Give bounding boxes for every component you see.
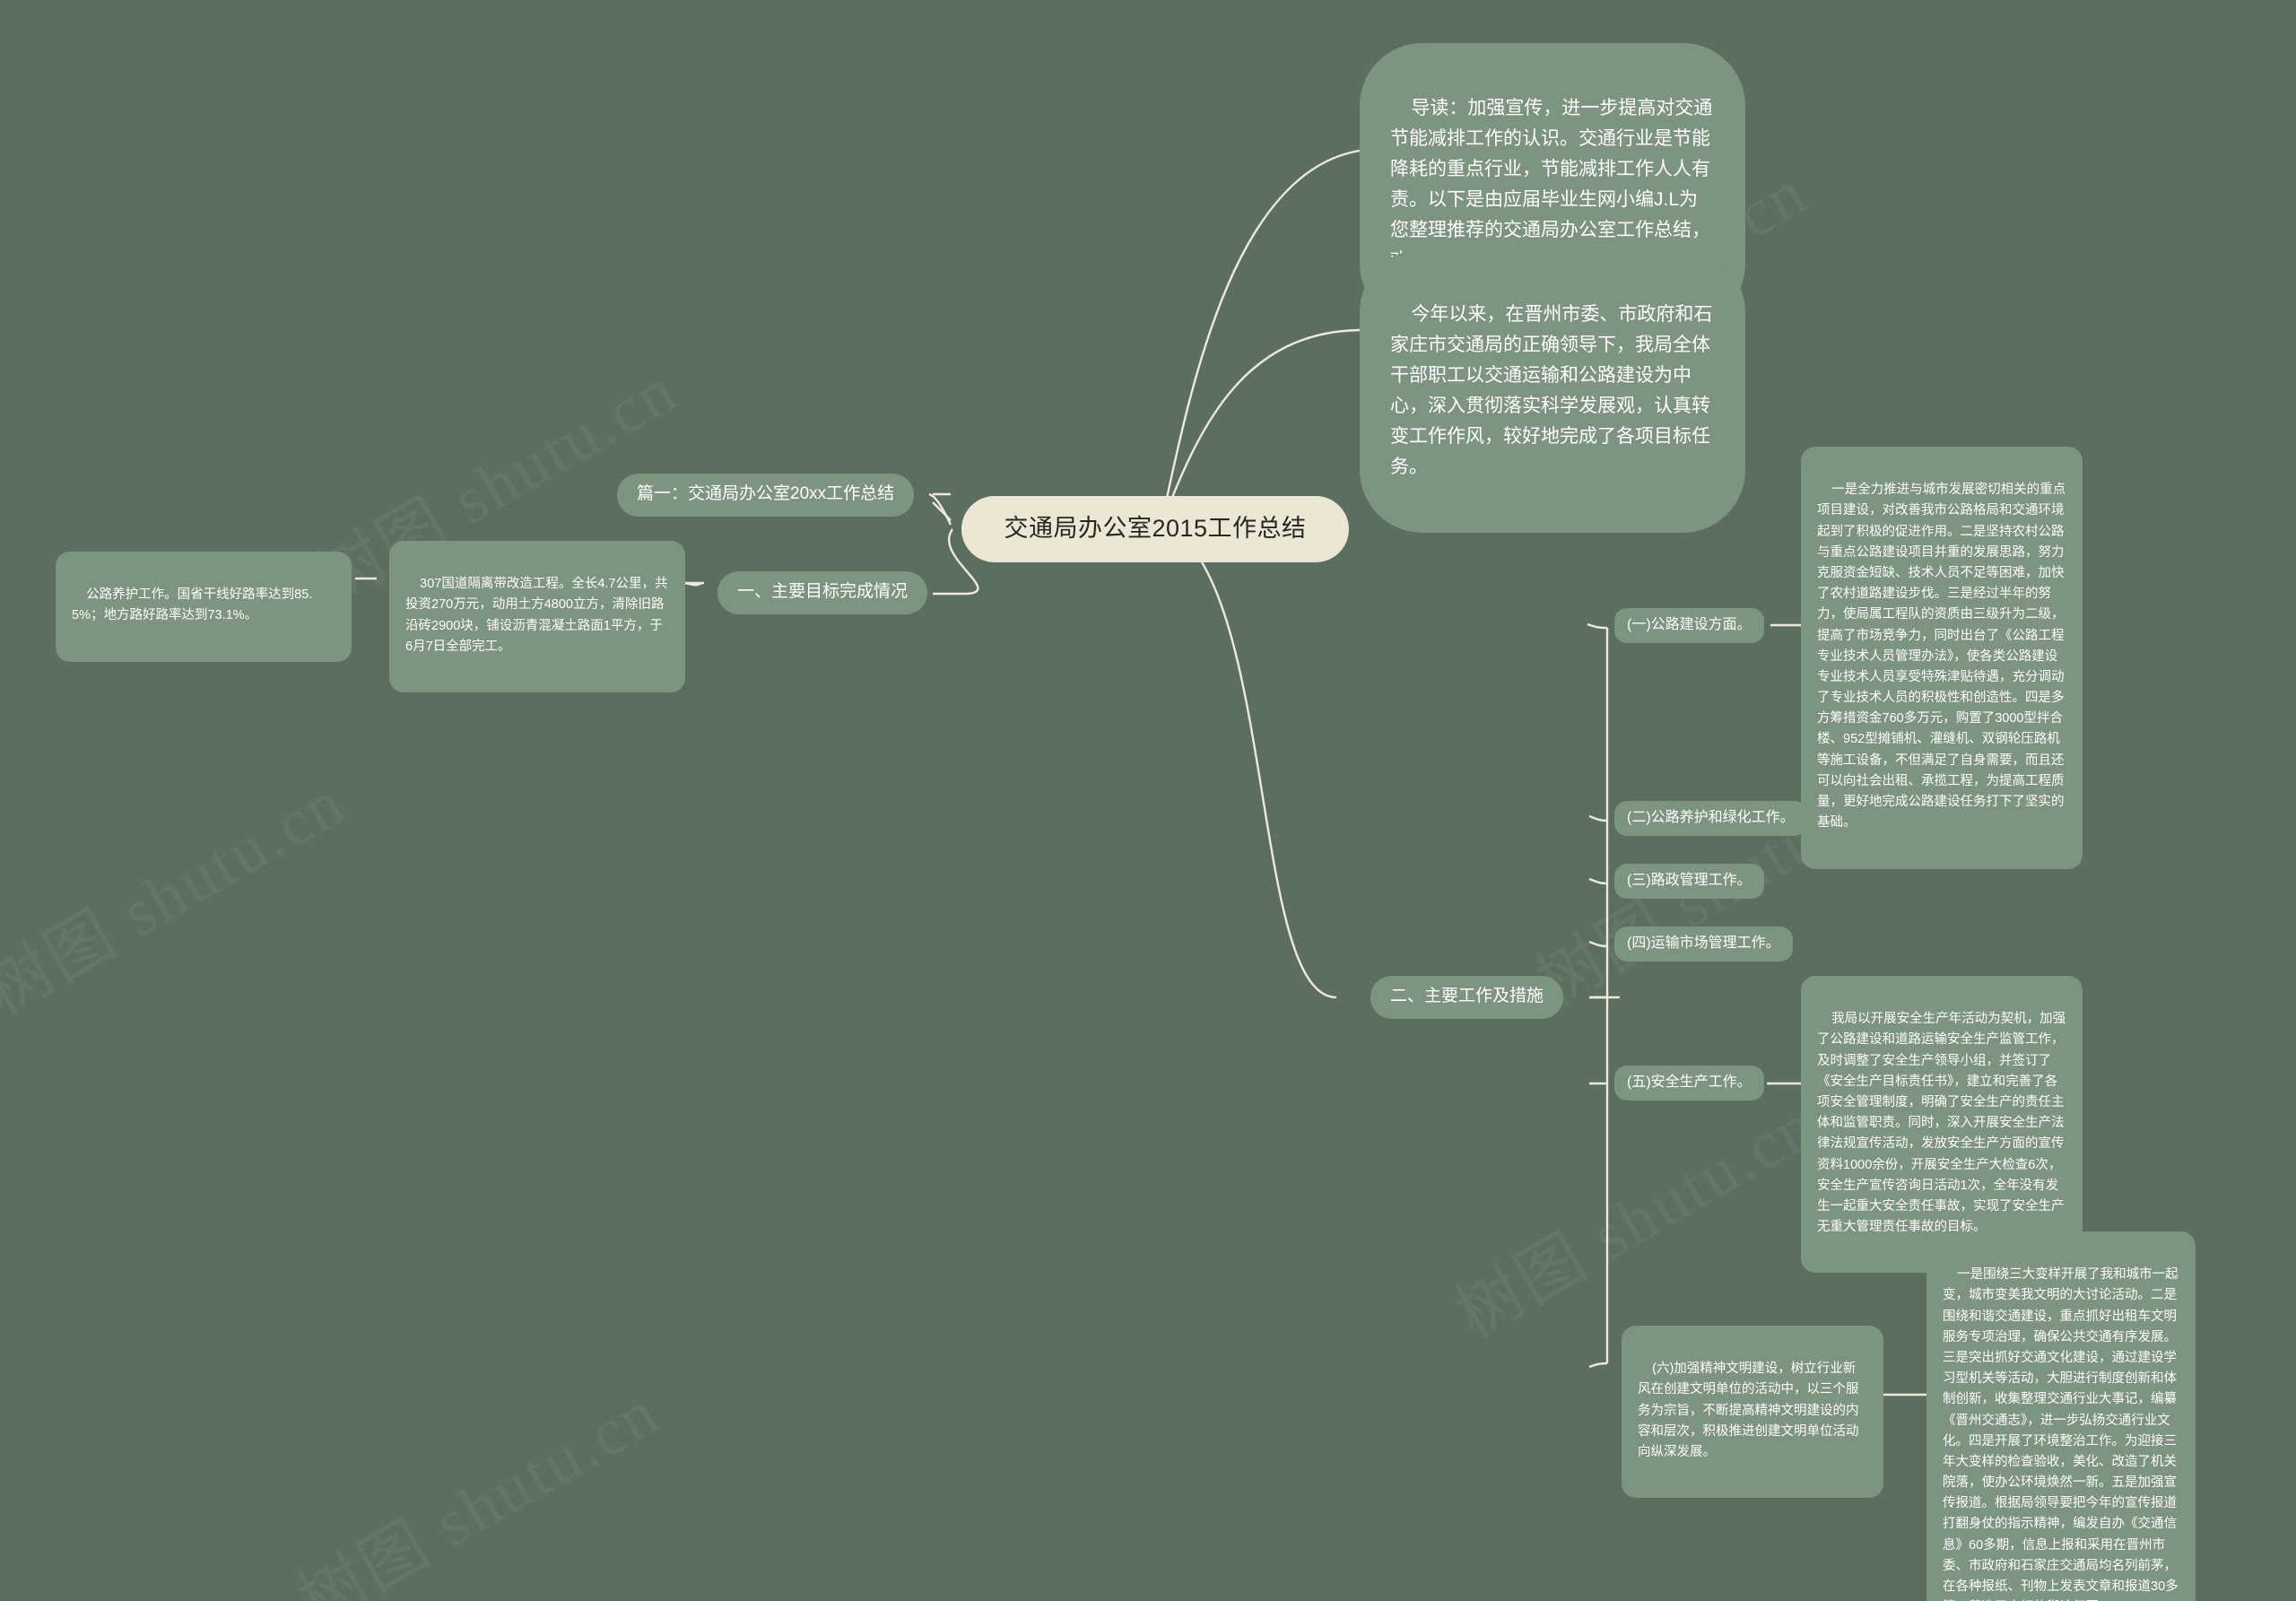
- sub-item-5-label: (五)安全生产工作。: [1627, 1075, 1752, 1090]
- watermark: 树图 shutu.cn: [0, 765, 359, 1031]
- section-one-label: 一、主要目标完成情况: [737, 582, 909, 601]
- root-node[interactable]: 交通局办公室2015工作总结: [961, 496, 1349, 562]
- overview-bubble-text: 今年以来，在晋州市委、市政府和石家庄市交通局的正确领导下，我局全体干部职工以交通…: [1390, 304, 1713, 478]
- sub-item-2[interactable]: (二)公路养护和绿化工作。: [1614, 801, 1807, 836]
- detail-road-maintenance[interactable]: 公路养护工作。国省干线好路率达到85.5%；地方路好路率达到73.1%。: [56, 552, 352, 662]
- sub-item-1-detail[interactable]: 一是全力推进与城市发展密切相关的重点项目建设，对改善我市公路格局和交通环境起到了…: [1801, 447, 2083, 869]
- section-one-node[interactable]: 一、主要目标完成情况: [718, 571, 928, 614]
- section-two-node[interactable]: 二、主要工作及措施: [1370, 976, 1564, 1019]
- sub-item-2-label: (二)公路养护和绿化工作。: [1627, 810, 1795, 825]
- sub-item-6-detail[interactable]: 一是围绕三大变样开展了我和城市一起变，城市变美我文明的大讨论活动。二是围绕和谐交…: [1926, 1231, 2196, 1601]
- sub-item-1-detail-text: 一是全力推进与城市发展密切相关的重点项目建设，对改善我市公路格局和交通环境起到了…: [1817, 483, 2066, 831]
- sub-item-1[interactable]: (一)公路建设方面。: [1614, 608, 1764, 643]
- detail-g307-project[interactable]: 307国道隔离带改造工程。全长4.7公里，共投资270万元，动用土方4800立方…: [389, 541, 685, 693]
- sub-item-6[interactable]: (六)加强精神文明建设，树立行业新风在创建文明单位的活动中，以三个服务为宗旨，不…: [1622, 1326, 1883, 1499]
- sub-item-1-label: (一)公路建设方面。: [1627, 617, 1752, 632]
- sub-item-6-detail-text: 一是围绕三大变样开展了我和城市一起变，城市变美我文明的大讨论活动。二是围绕和谐交…: [1943, 1267, 2179, 1601]
- detail-road-maintenance-text: 公路养护工作。国省干线好路率达到85.5%；地方路好路率达到73.1%。: [72, 587, 313, 623]
- sub-item-5-detail[interactable]: 我局以开展安全生产年活动为契机，加强了公路建设和道路运输安全生产监管工作，及时调…: [1801, 976, 2083, 1274]
- root-title: 交通局办公室2015工作总结: [1004, 515, 1307, 542]
- sub-item-3-label: (三)路政管理工作。: [1627, 873, 1752, 888]
- sub-item-3[interactable]: (三)路政管理工作。: [1614, 864, 1764, 899]
- overview-bubble[interactable]: 今年以来，在晋州市委、市政府和石家庄市交通局的正确领导下，我局全体干部职工以交通…: [1360, 249, 1745, 534]
- intro-bubble-text: 导读：加强宣传，进一步提高对交通节能减排工作的认识。交通行业是节能降耗的重点行业…: [1390, 98, 1713, 271]
- sub-item-6-label: (六)加强精神文明建设，树立行业新风在创建文明单位的活动中，以三个服务为宗旨，不…: [1638, 1362, 1859, 1459]
- chapter-one-label: 篇一：交通局办公室20xx工作总结: [637, 484, 895, 503]
- watermark: 树图 shutu.cn: [1444, 1088, 1830, 1353]
- sub-item-4-label: (四)运输市场管理工作。: [1627, 935, 1780, 951]
- watermark: 树图 shutu.cn: [287, 1375, 673, 1601]
- mindmap-canvas: 树图 shutu.cn 树图 shutu.cn 树图 shutu.cn 树图 s…: [0, 0, 2296, 1601]
- detail-g307-project-text: 307国道隔离带改造工程。全长4.7公里，共投资270万元，动用土方4800立方…: [405, 577, 668, 654]
- sub-item-5-detail-text: 我局以开展安全生产年活动为契机，加强了公路建设和道路运输安全生产监管工作，及时调…: [1817, 1012, 2066, 1235]
- section-two-label: 二、主要工作及措施: [1390, 987, 1544, 1005]
- sub-item-5[interactable]: (五)安全生产工作。: [1614, 1066, 1764, 1101]
- chapter-one-node[interactable]: 篇一：交通局办公室20xx工作总结: [617, 474, 915, 517]
- sub-item-4[interactable]: (四)运输市场管理工作。: [1614, 927, 1793, 961]
